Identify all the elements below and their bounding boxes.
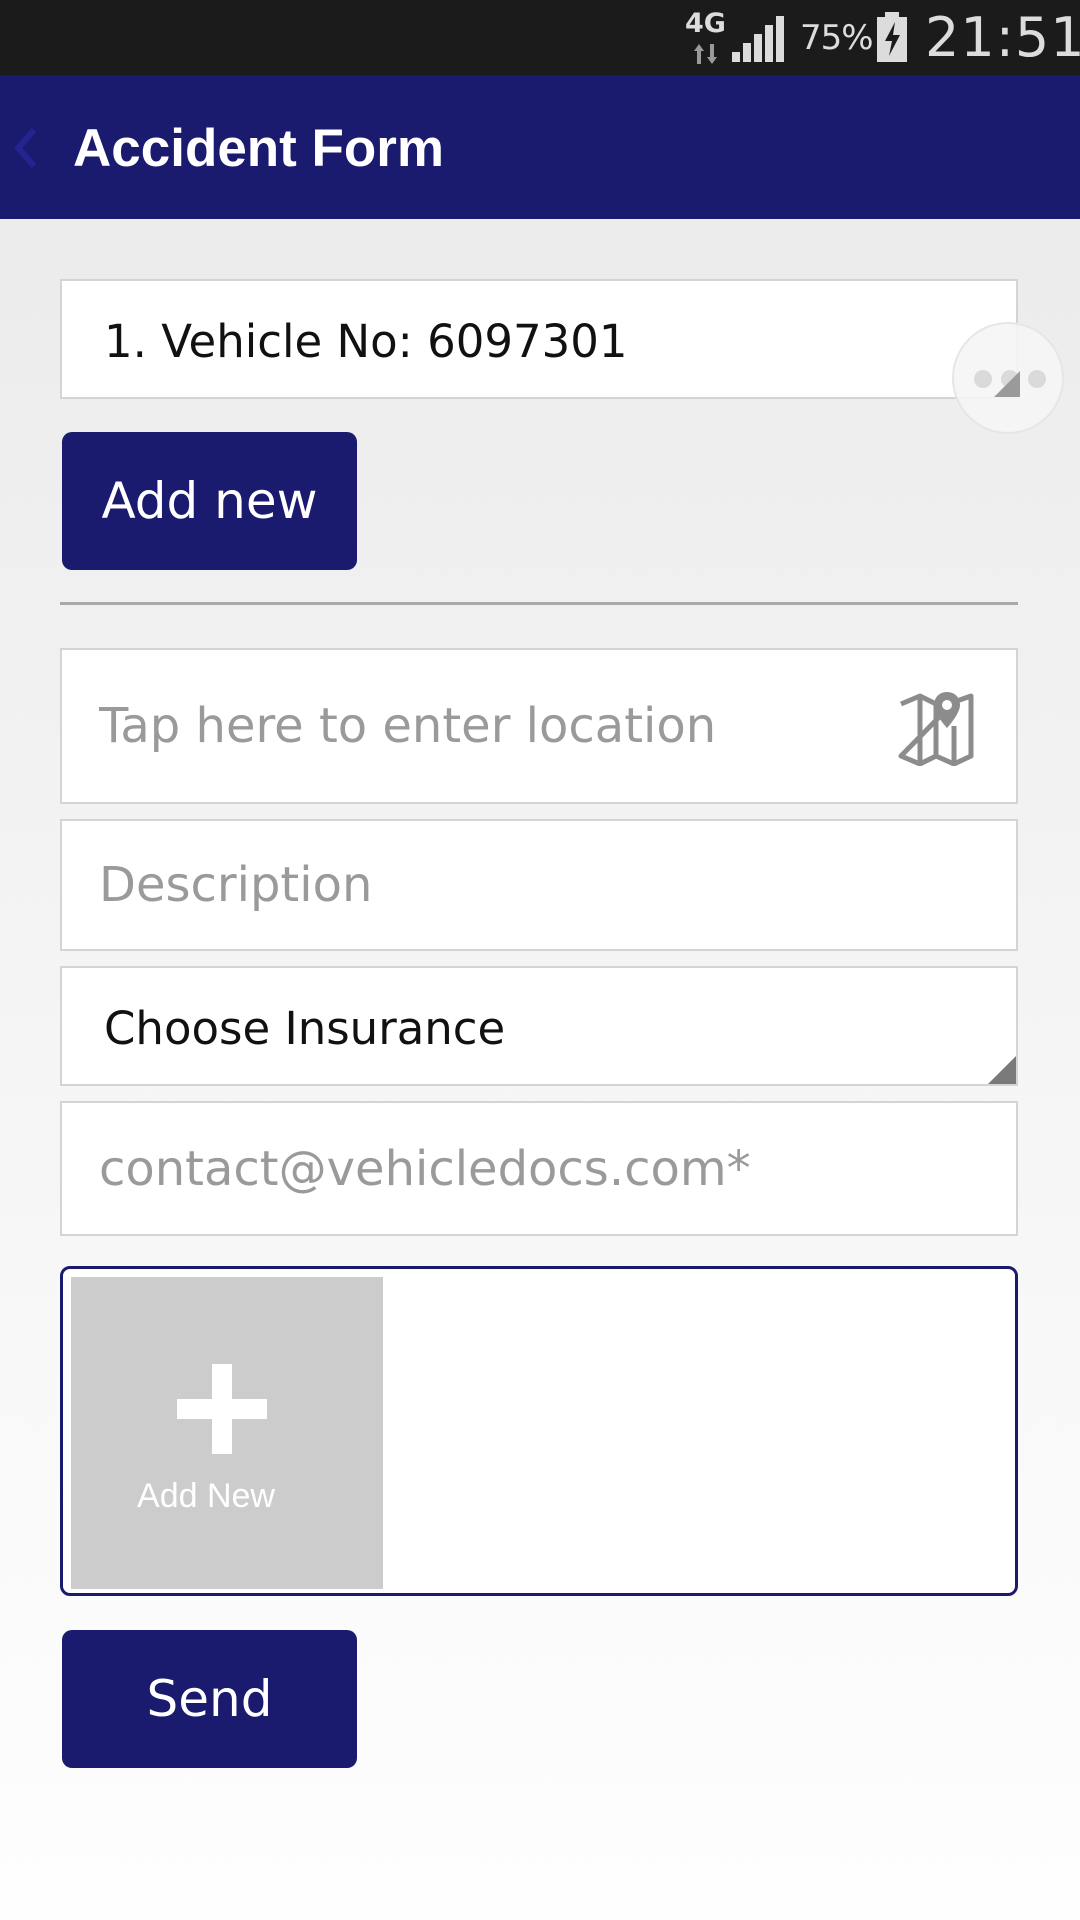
app-bar: Accident Form — [0, 75, 1080, 219]
plus-icon — [177, 1364, 267, 1454]
description-input[interactable] — [62, 821, 1016, 949]
chevron-left-icon[interactable] — [12, 127, 38, 169]
status-bar: 4G 75% 21:51 — [0, 0, 1080, 75]
photo-attachments: Add New — [60, 1266, 1018, 1596]
dropdown-corner-icon — [988, 1056, 1016, 1084]
insurance-selected-value: Choose Insurance — [104, 1002, 506, 1055]
location-input[interactable] — [62, 650, 1016, 802]
battery-percent: 75% — [800, 18, 874, 58]
add-photo-button[interactable]: Add New — [71, 1277, 383, 1589]
map-pin-icon[interactable] — [898, 690, 974, 766]
network-indicator: 4G — [685, 8, 727, 68]
insurance-select[interactable]: Choose Insurance — [60, 966, 1018, 1086]
add-vehicle-button[interactable]: Add new — [62, 432, 357, 570]
more-dots-icon — [994, 371, 1020, 397]
divider — [60, 602, 1018, 605]
network-type: 4G — [685, 8, 726, 39]
menu-dot — [974, 370, 992, 388]
page-title: Accident Form — [73, 119, 445, 178]
battery-charging-icon — [877, 12, 907, 62]
description-field[interactable] — [60, 819, 1018, 951]
clock: 21:51 — [925, 6, 1080, 69]
floating-menu-button[interactable] — [952, 322, 1064, 434]
location-field[interactable] — [60, 648, 1018, 804]
send-button[interactable]: Send — [62, 1630, 357, 1768]
data-arrows-icon — [694, 44, 717, 64]
email-input[interactable] — [62, 1103, 1016, 1234]
add-photo-label: Add New — [137, 1477, 275, 1515]
signal-strength-icon — [732, 16, 784, 62]
email-field[interactable] — [60, 1101, 1018, 1236]
vehicle-selected-value: 1. Vehicle No: 6097301 — [104, 315, 628, 368]
menu-dot — [1028, 370, 1046, 388]
vehicle-selector[interactable]: 1. Vehicle No: 6097301 — [60, 279, 1018, 399]
